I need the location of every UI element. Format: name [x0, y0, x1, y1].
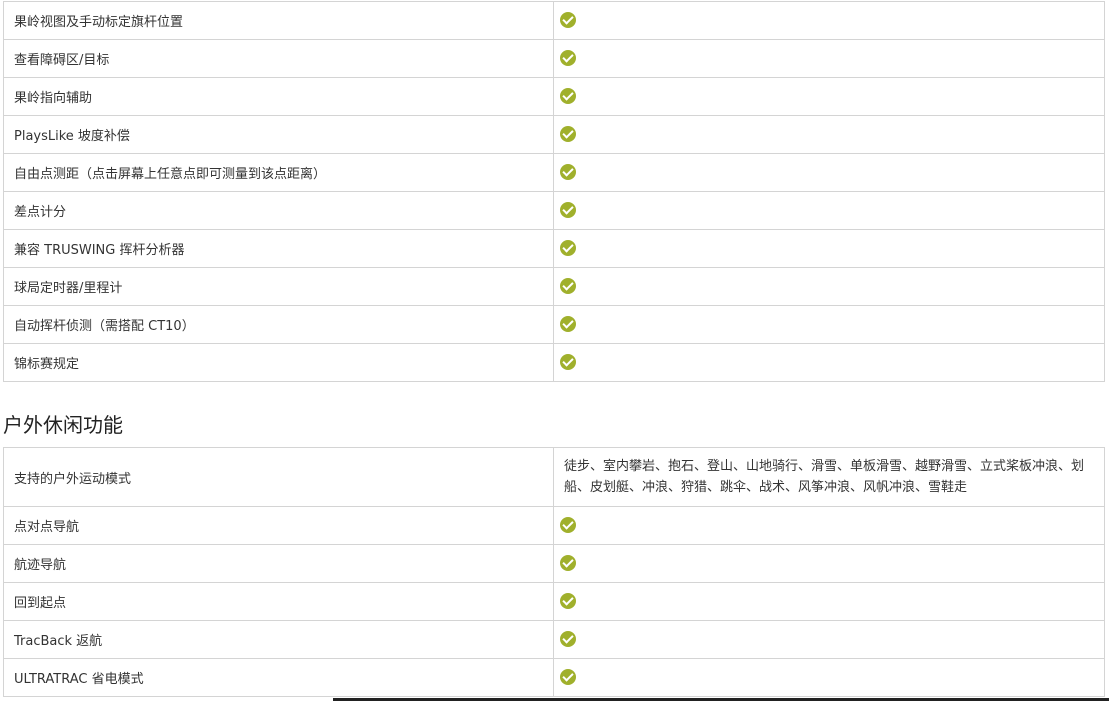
table-row: 自由点测距（点击屏幕上任意点即可测量到该点距离）: [3, 153, 1105, 192]
check-circle-icon: [560, 201, 576, 218]
table-row: 点对点导航: [3, 506, 1105, 545]
section-title: 户外休闲功能: [3, 413, 123, 437]
check-circle-icon: [560, 630, 576, 647]
feature-label: 航迹导航: [3, 544, 554, 583]
feature-label: PlaysLike 坡度补偿: [3, 115, 554, 154]
check-circle-icon: [560, 49, 576, 66]
feature-value: [553, 267, 1105, 306]
check-circle-icon: [560, 668, 576, 685]
feature-value: [553, 658, 1105, 697]
feature-value: [553, 1, 1105, 40]
check-circle-icon: [560, 554, 576, 571]
feature-label: 差点计分: [3, 191, 554, 230]
feature-label: 查看障碍区/目标: [3, 39, 554, 78]
table-row: 支持的户外运动模式 徒步、室内攀岩、抱石、登山、山地骑行、滑雪、单板滑雪、越野滑…: [3, 447, 1105, 507]
check-circle-icon: [560, 592, 576, 609]
check-circle-icon: [560, 353, 576, 370]
table-row: 回到起点: [3, 582, 1105, 621]
feature-value: [553, 506, 1105, 545]
feature-value: 徒步、室内攀岩、抱石、登山、山地骑行、滑雪、单板滑雪、越野滑雪、立式桨板冲浪、划…: [553, 447, 1105, 507]
feature-value: [553, 229, 1105, 268]
outdoor-modes-text: 徒步、室内攀岩、抱石、登山、山地骑行、滑雪、单板滑雪、越野滑雪、立式桨板冲浪、划…: [564, 459, 1085, 495]
feature-label: 球局定时器/里程计: [3, 267, 554, 306]
feature-label: 点对点导航: [3, 506, 554, 545]
table-row: ULTRATRAC 省电模式: [3, 658, 1105, 697]
feature-value: [553, 620, 1105, 659]
check-circle-icon: [560, 163, 576, 180]
table-row: 自动挥杆侦测（需搭配 CT10）: [3, 305, 1105, 344]
feature-label: 果岭视图及手动标定旗杆位置: [3, 1, 554, 40]
feature-value: [553, 39, 1105, 78]
feature-value: [553, 582, 1105, 621]
golf-features-table: 果岭视图及手动标定旗杆位置 查看障碍区/目标 果岭指向辅助 PlaysLike …: [3, 1, 1105, 382]
table-row: 锦标赛规定: [3, 343, 1105, 382]
check-circle-icon: [560, 315, 576, 332]
table-row: 航迹导航: [3, 544, 1105, 583]
feature-label: 自由点测距（点击屏幕上任意点即可测量到该点距离）: [3, 153, 554, 192]
table-row: 果岭视图及手动标定旗杆位置: [3, 1, 1105, 40]
feature-label: 支持的户外运动模式: [3, 447, 554, 507]
feature-value: [553, 544, 1105, 583]
feature-value: [553, 153, 1105, 192]
check-circle-icon: [560, 277, 576, 294]
feature-label: TracBack 返航: [3, 620, 554, 659]
outdoor-features-table: 支持的户外运动模式 徒步、室内攀岩、抱石、登山、山地骑行、滑雪、单板滑雪、越野滑…: [3, 447, 1105, 697]
check-circle-icon: [560, 87, 576, 104]
feature-label: 果岭指向辅助: [3, 77, 554, 116]
feature-label: 锦标赛规定: [3, 343, 554, 382]
table-row: 兼容 TRUSWING 挥杆分析器: [3, 229, 1105, 268]
feature-value: [553, 343, 1105, 382]
feature-value: [553, 305, 1105, 344]
check-circle-icon: [560, 125, 576, 142]
feature-label: ULTRATRAC 省电模式: [3, 658, 554, 697]
check-circle-icon: [560, 516, 576, 533]
feature-value: [553, 115, 1105, 154]
check-circle-icon: [560, 239, 576, 256]
table-row: 查看障碍区/目标: [3, 39, 1105, 78]
feature-value: [553, 191, 1105, 230]
table-row: 差点计分: [3, 191, 1105, 230]
feature-label: 自动挥杆侦测（需搭配 CT10）: [3, 305, 554, 344]
table-row: PlaysLike 坡度补偿: [3, 115, 1105, 154]
feature-label: 兼容 TRUSWING 挥杆分析器: [3, 229, 554, 268]
check-circle-icon: [560, 11, 576, 28]
feature-label: 回到起点: [3, 582, 554, 621]
table-row: TracBack 返航: [3, 620, 1105, 659]
table-row: 果岭指向辅助: [3, 77, 1105, 116]
feature-value: [553, 77, 1105, 116]
table-row: 球局定时器/里程计: [3, 267, 1105, 306]
